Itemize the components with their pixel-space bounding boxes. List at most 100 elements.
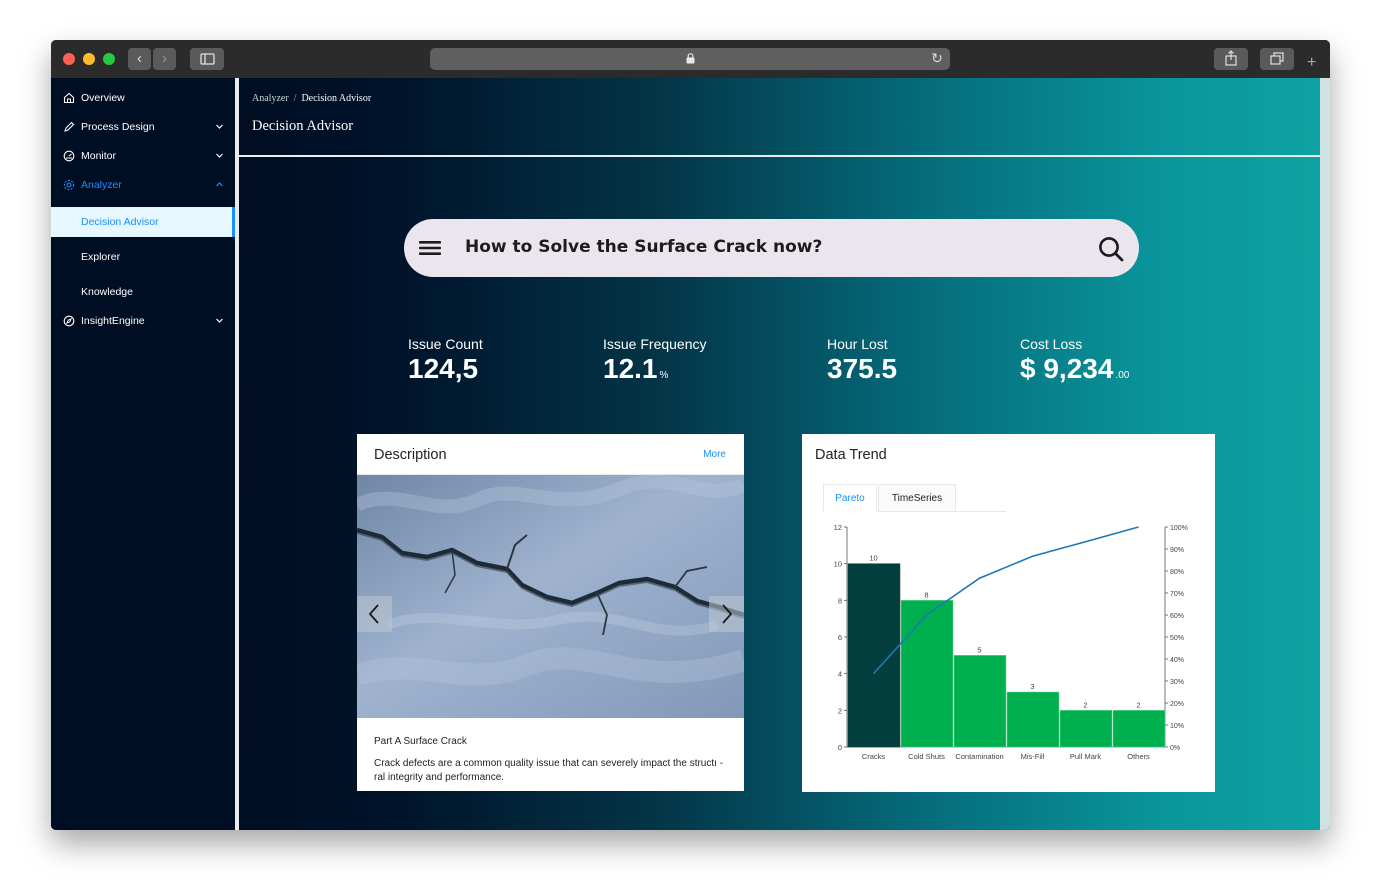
bar-value-label: 2 (1136, 700, 1140, 709)
dashboard-icon (63, 150, 75, 162)
image-caption-body: Crack defects are a common quality issue… (374, 758, 724, 783)
kpi-cost-loss: Cost Loss $ 9,234.00 (1020, 336, 1129, 385)
data-trend-title: Data Trend (815, 447, 887, 463)
sidebar-item-label: InsightEngine (81, 315, 145, 327)
kpi-value: $ 9,234.00 (1020, 353, 1129, 385)
sidebar-item-label: Analyzer (81, 179, 122, 191)
zoom-window-button[interactable] (103, 53, 115, 65)
bar (953, 655, 1007, 748)
y2-tick-label: 90% (1170, 547, 1184, 554)
kpi-label: Cost Loss (1020, 336, 1083, 352)
sidebar-toggle-button[interactable] (190, 48, 224, 70)
chevron-left-icon (368, 604, 379, 624)
page-title: Decision Advisor (252, 118, 354, 134)
data-trend-card: Data Trend Pareto TimeSeries 0 2 4 6 8 10 12 0%… (802, 434, 1215, 792)
bar-value-label: 2 (1083, 700, 1087, 709)
y2-tick-label: 100% (1170, 525, 1188, 532)
lock-icon (686, 53, 695, 64)
reload-button[interactable]: ↻ (929, 50, 945, 66)
search-query[interactable]: How to Solve the Surface Crack now? (465, 237, 822, 257)
chevron-left-icon: ‹ (137, 50, 142, 67)
chart-tabs: Pareto TimeSeries (823, 484, 1006, 512)
sidebar-item-label: Overview (81, 92, 125, 104)
reload-icon: ↻ (931, 50, 943, 66)
menu-icon[interactable] (419, 240, 441, 256)
kpi-value-number: $ 9,234 (1020, 353, 1114, 384)
pen-icon (64, 121, 75, 132)
description-card-header: Description More (357, 434, 744, 475)
y-tick-label: 0 (838, 743, 842, 752)
bar-value-label: 8 (924, 590, 928, 599)
y-tick-label: 8 (838, 596, 842, 605)
y-tick-label: 12 (834, 523, 842, 532)
carousel-prev-button[interactable] (357, 596, 392, 632)
chevron-down-icon (216, 318, 223, 323)
sidebar-subitem-explorer[interactable]: Explorer (51, 242, 235, 272)
x-tick-label: Contamination (955, 752, 1003, 761)
y2-tick-label: 0% (1170, 745, 1180, 752)
chevron-right-icon (722, 604, 733, 624)
bar-value-label: 5 (977, 645, 981, 654)
bar (1006, 691, 1060, 748)
header-divider (239, 155, 1320, 157)
sidebar-item-insightengine[interactable]: InsightEngine (51, 307, 235, 336)
back-button[interactable]: ‹ (128, 48, 151, 70)
gear-icon (63, 179, 75, 191)
search-icon[interactable] (1098, 236, 1124, 262)
y2-tick-label: 50% (1170, 635, 1184, 642)
tabs-overview-button[interactable] (1260, 48, 1294, 70)
y-tick-label: 2 (838, 706, 842, 715)
sidebar-subitem-label: Decision Advisor (81, 216, 159, 228)
chevron-down-icon (216, 124, 223, 129)
kpi-value-number: 375.5 (827, 353, 898, 384)
close-window-button[interactable] (63, 53, 75, 65)
y2-tick-label: 40% (1170, 657, 1184, 664)
sidebar-item-process-design[interactable]: Process Design (51, 113, 235, 142)
sidebar-item-monitor[interactable]: Monitor (51, 142, 235, 171)
crack-photo-graphic (357, 475, 744, 718)
x-tick-label: Cold Shuts (908, 752, 945, 761)
bar (1112, 710, 1166, 748)
y-tick-label: 4 (838, 670, 842, 679)
chevron-up-icon (216, 182, 223, 187)
breadcrumb: Analyzer / Decision Advisor (252, 93, 371, 104)
search-bar[interactable]: How to Solve the Surface Crack now? (404, 219, 1139, 277)
forward-button[interactable]: › (153, 48, 176, 70)
carousel-next-button[interactable] (709, 596, 744, 632)
sidebar-subitem-knowledge[interactable]: Knowledge (51, 277, 235, 307)
address-bar[interactable]: ↻ (430, 48, 950, 70)
plus-icon: + (1307, 54, 1317, 71)
more-link[interactable]: More (703, 449, 726, 460)
home-icon (63, 92, 75, 104)
kpi-value-number: 124,5 (408, 353, 479, 384)
chevron-down-icon (216, 153, 223, 158)
x-tick-label: Pull Mark (1070, 752, 1102, 761)
sidebar-item-label: Process Design (81, 121, 155, 133)
kpi-value: 124,5 (408, 353, 480, 385)
sidebar-item-analyzer[interactable]: Analyzer (51, 171, 235, 200)
new-tab-button[interactable]: + (1307, 54, 1316, 72)
bar-value-label: 3 (1030, 682, 1034, 691)
sidebar-item-overview[interactable]: Overview (51, 84, 235, 113)
tab-timeseries[interactable]: TimeSeries (878, 484, 956, 512)
minimize-window-button[interactable] (83, 53, 95, 65)
y-tick-label: 10 (834, 560, 842, 569)
kpi-value: 12.1% (603, 353, 668, 385)
y-tick-label: 6 (838, 633, 842, 642)
share-icon (1225, 50, 1237, 66)
share-button[interactable] (1214, 48, 1248, 70)
sidebar-item-label: Monitor (81, 150, 117, 162)
surface-crack-image (357, 475, 744, 718)
sidebar-subitem-decision-advisor[interactable]: Decision Advisor (51, 207, 235, 237)
y2-tick-label: 10% (1170, 723, 1184, 730)
kpi-hour-lost: Hour Lost 375.5 (827, 336, 899, 385)
x-tick-label: Mis-Fill (1021, 752, 1045, 761)
sidebar-subitem-label: Knowledge (81, 286, 133, 298)
breadcrumb-parent[interactable]: Analyzer (252, 93, 289, 104)
chevron-right-icon: › (162, 50, 167, 67)
kpi-unit: % (659, 370, 669, 381)
tab-pareto[interactable]: Pareto (823, 484, 877, 512)
kpi-label: Issue Frequency (603, 336, 707, 352)
description-title: Description (374, 447, 447, 463)
tabs-icon (1270, 52, 1284, 65)
